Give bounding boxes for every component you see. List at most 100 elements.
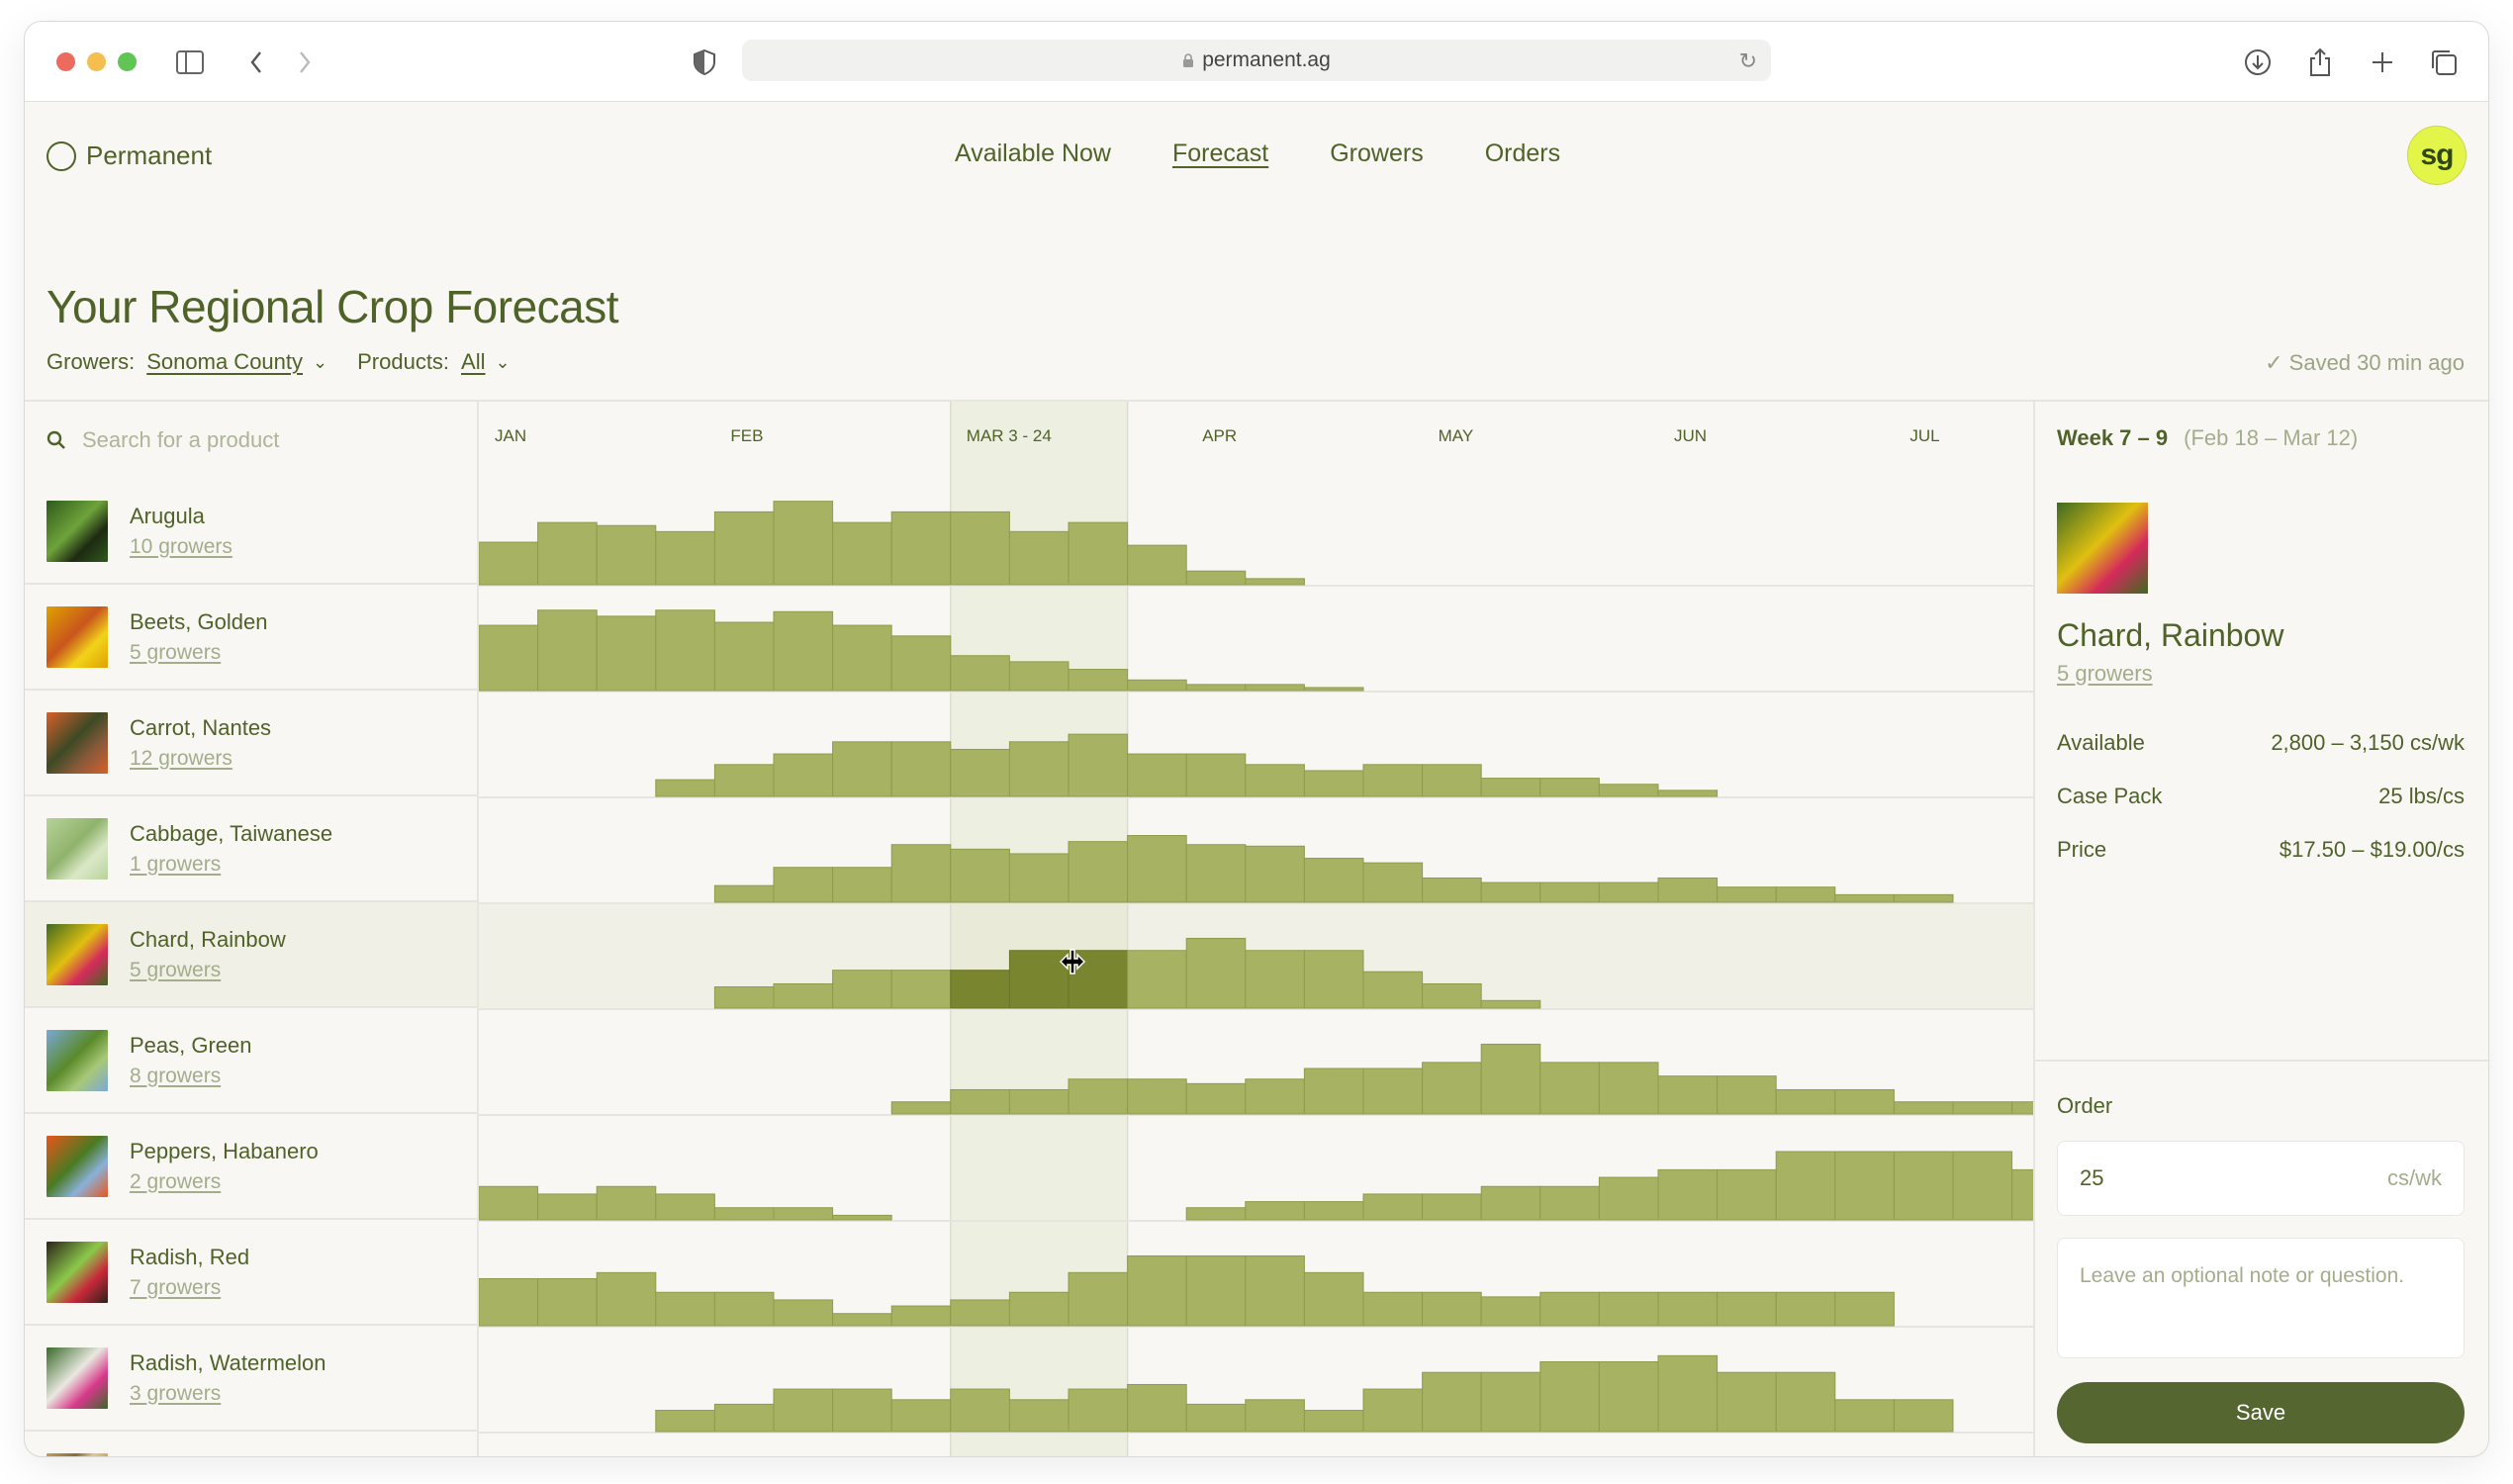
forecast-bar[interactable] xyxy=(478,624,539,692)
forecast-bar[interactable] xyxy=(1422,764,1482,797)
forecast-bar[interactable] xyxy=(1952,1151,2013,1221)
forecast-bar[interactable] xyxy=(1008,853,1070,903)
product-row[interactable]: Carrot, Nantes 12 growers xyxy=(25,691,477,796)
forecast-bar[interactable] xyxy=(1834,1291,1895,1327)
forecast-bar[interactable] xyxy=(655,1193,715,1221)
shield-icon[interactable] xyxy=(688,46,721,79)
forecast-bar[interactable] xyxy=(1834,1399,1895,1433)
forecast-bar[interactable] xyxy=(832,521,892,586)
forecast-bar[interactable] xyxy=(1893,1101,1954,1115)
product-row[interactable]: Radish, Red 7 growers xyxy=(25,1220,477,1326)
product-row[interactable]: Arugula 10 growers xyxy=(25,479,477,585)
forecast-bar[interactable] xyxy=(1539,881,1600,903)
forecast-bar[interactable] xyxy=(1480,1043,1541,1115)
growers-filter-select[interactable]: Sonoma County xyxy=(146,349,303,375)
forecast-bar[interactable] xyxy=(713,1403,775,1433)
growers-link[interactable]: 10 growers xyxy=(130,535,233,559)
forecast-bar[interactable] xyxy=(1068,669,1129,692)
forecast-bar[interactable] xyxy=(1775,1291,1836,1327)
forecast-bar[interactable] xyxy=(1245,845,1305,903)
forecast-bar[interactable] xyxy=(1657,789,1719,797)
forecast-bar[interactable] xyxy=(478,541,539,586)
forecast-bar[interactable] xyxy=(478,1277,539,1327)
forecast-bar[interactable] xyxy=(890,1305,952,1327)
forecast-bar[interactable] xyxy=(1775,886,1836,903)
forecast-bar[interactable] xyxy=(1834,1151,1895,1221)
forecast-chart[interactable]: JAN FEB MAR 3 - 24 APR MAY JUN JUL xyxy=(478,402,2072,1456)
forecast-bar[interactable] xyxy=(1422,1062,1482,1115)
forecast-bar[interactable] xyxy=(1303,1067,1364,1115)
forecast-bar[interactable] xyxy=(1717,1168,1777,1221)
forecast-bar[interactable] xyxy=(1480,1296,1541,1327)
forecast-bar[interactable] xyxy=(713,1291,775,1327)
forecast-bar[interactable] xyxy=(1303,950,1364,1009)
forecast-bar[interactable] xyxy=(1008,741,1070,797)
minimize-window-button[interactable] xyxy=(87,52,106,71)
forecast-bar[interactable] xyxy=(1303,687,1364,692)
forecast-bar[interactable] xyxy=(655,1291,715,1327)
forecast-bar[interactable] xyxy=(890,1399,952,1433)
forecast-bar[interactable] xyxy=(890,635,952,692)
forecast-bar[interactable] xyxy=(537,1277,598,1327)
forecast-bar[interactable] xyxy=(773,501,834,586)
forecast-bar[interactable] xyxy=(1127,1254,1187,1327)
forecast-bar[interactable] xyxy=(1008,661,1070,692)
nav-available-now[interactable]: Available Now xyxy=(955,139,1111,168)
forecast-bar[interactable] xyxy=(1422,1193,1482,1221)
forecast-bar[interactable] xyxy=(1185,684,1247,692)
forecast-bar[interactable] xyxy=(1834,1088,1895,1115)
forecast-bar[interactable] xyxy=(1127,835,1187,903)
forecast-bar[interactable] xyxy=(1775,1088,1836,1115)
forecast-bar[interactable] xyxy=(655,1410,715,1433)
forecast-bar[interactable] xyxy=(1245,578,1305,586)
forecast-bar[interactable] xyxy=(1362,1193,1424,1221)
forecast-bar[interactable] xyxy=(596,1271,657,1327)
forecast-bar[interactable] xyxy=(1598,1360,1659,1433)
forecast-bar[interactable] xyxy=(832,624,892,692)
forecast-bar[interactable] xyxy=(1598,1062,1659,1115)
forecast-bar[interactable] xyxy=(890,510,952,586)
forecast-bar[interactable] xyxy=(1598,1291,1659,1327)
forecast-bar[interactable] xyxy=(950,1088,1010,1115)
forecast-bar[interactable] xyxy=(890,741,952,797)
forecast-bar[interactable] xyxy=(1185,753,1247,797)
product-growers-link[interactable]: 5 growers xyxy=(2057,661,2153,687)
forecast-bar[interactable] xyxy=(1127,753,1187,797)
forecast-bar[interactable] xyxy=(1362,1067,1424,1115)
nav-orders[interactable]: Orders xyxy=(1485,139,1560,168)
forecast-bar[interactable] xyxy=(1245,950,1305,1009)
forecast-bar[interactable] xyxy=(1539,1062,1600,1115)
forecast-bar[interactable] xyxy=(713,621,775,692)
forecast-bar[interactable] xyxy=(890,970,952,1009)
forecast-bar[interactable] xyxy=(1717,1291,1777,1327)
forecast-bar[interactable] xyxy=(1422,877,1482,903)
forecast-bar[interactable] xyxy=(1127,679,1187,692)
forecast-bar[interactable] xyxy=(1657,1168,1719,1221)
forecast-bar[interactable] xyxy=(1362,1291,1424,1327)
forecast-bar[interactable] xyxy=(773,753,834,797)
growers-link[interactable]: 2 growers xyxy=(130,1170,319,1194)
forecast-bar[interactable] xyxy=(2011,1101,2072,1115)
forecast-bar[interactable] xyxy=(1362,1388,1424,1433)
product-row[interactable]: Chard, Rainbow 5 growers xyxy=(25,902,477,1008)
forecast-bar[interactable] xyxy=(1245,1201,1305,1221)
forecast-bar[interactable] xyxy=(713,764,775,797)
zoom-window-button[interactable] xyxy=(118,52,137,71)
forecast-bar[interactable] xyxy=(1717,1075,1777,1115)
download-icon[interactable] xyxy=(2241,46,2275,79)
tabs-overview-icon[interactable] xyxy=(2427,46,2461,79)
forecast-bar[interactable] xyxy=(1127,544,1187,586)
forecast-bar[interactable] xyxy=(1775,1151,1836,1221)
forecast-bar[interactable] xyxy=(1480,999,1541,1009)
forecast-bar[interactable] xyxy=(596,524,657,586)
forecast-bar[interactable] xyxy=(537,609,598,692)
forecast-bar[interactable] xyxy=(1245,1254,1305,1327)
forecast-bar[interactable] xyxy=(596,615,657,692)
forecast-bar[interactable] xyxy=(1185,1082,1247,1115)
forecast-bar[interactable] xyxy=(1185,937,1247,1009)
forward-icon[interactable] xyxy=(288,46,322,79)
forecast-bar[interactable] xyxy=(1068,521,1129,586)
forecast-bar[interactable] xyxy=(1303,1271,1364,1327)
reload-icon[interactable]: ↻ xyxy=(1739,48,1757,74)
forecast-bar[interactable] xyxy=(1657,1291,1719,1327)
